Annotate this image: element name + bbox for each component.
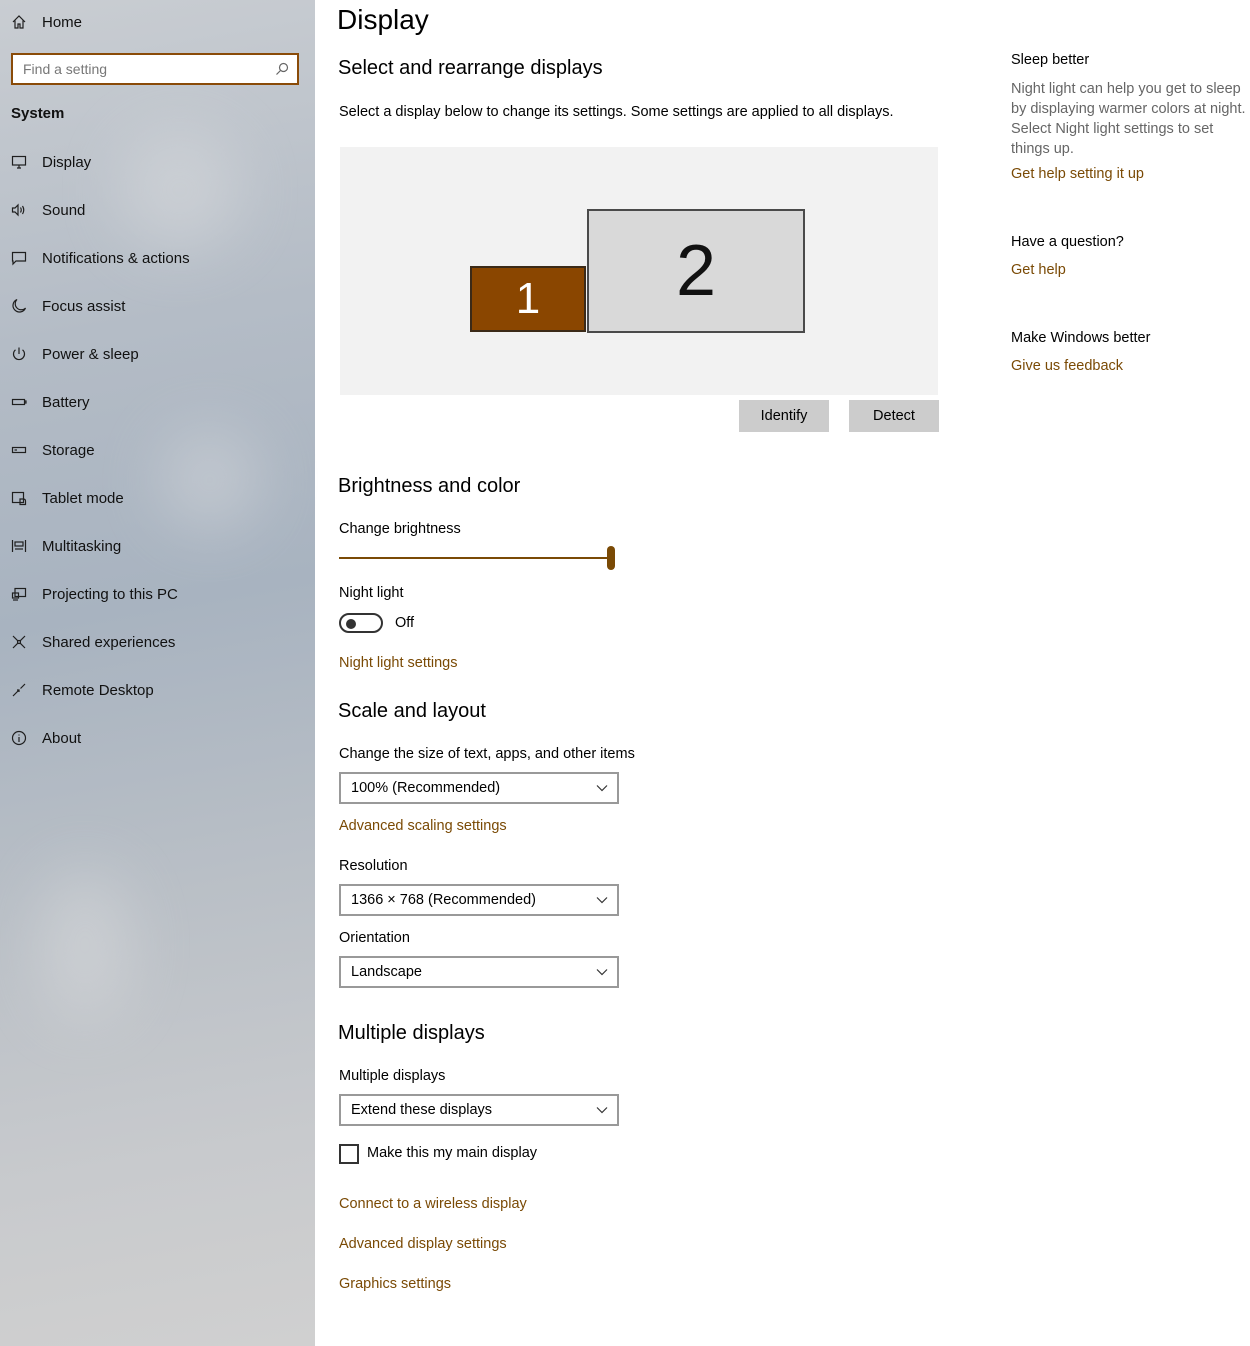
resolution-dropdown[interactable]: 1366 × 768 (Recommended) [339, 884, 619, 916]
speaker-icon [0, 202, 42, 218]
question-heading: Have a question? [1011, 234, 1124, 250]
orientation-dropdown[interactable]: Landscape [339, 956, 619, 988]
remote-desktop-icon [0, 682, 42, 698]
sidebar-item-battery[interactable]: Battery [0, 378, 315, 426]
orientation-dropdown-value: Landscape [351, 964, 422, 980]
chevron-down-icon [596, 1107, 608, 1114]
detect-button[interactable]: Detect [849, 400, 939, 432]
main-display-checkbox[interactable] [339, 1144, 359, 1164]
tablet-icon [0, 490, 42, 506]
search-box[interactable] [11, 53, 299, 85]
night-light-settings-link[interactable]: Night light settings [339, 655, 457, 671]
display-1-label: 1 [515, 274, 541, 323]
home-link[interactable]: Home [0, 6, 315, 38]
sidebar-item-notifications[interactable]: Notifications & actions [0, 234, 315, 282]
sidebar: Home System Display Sound Notifications … [0, 0, 315, 1346]
sidebar-item-label: Multitasking [42, 537, 122, 555]
chevron-down-icon [596, 897, 608, 904]
brightness-slider-thumb[interactable] [607, 546, 615, 570]
night-light-label: Night light [339, 585, 404, 601]
give-feedback-link[interactable]: Give us feedback [1011, 358, 1123, 374]
sidebar-item-label: About [42, 729, 82, 747]
sleep-better-heading: Sleep better [1011, 52, 1090, 68]
sidebar-item-label: Sound [42, 201, 86, 219]
chevron-down-icon [596, 969, 608, 976]
resolution-label: Resolution [339, 858, 408, 874]
night-light-state: Off [395, 615, 415, 631]
sidebar-item-label: Power & sleep [42, 345, 139, 363]
arrange-description: Select a display below to change its set… [339, 104, 894, 120]
get-help-link[interactable]: Get help [1011, 262, 1066, 278]
orientation-label: Orientation [339, 930, 410, 946]
sidebar-item-about[interactable]: About [0, 714, 315, 762]
size-dropdown-value: 100% (Recommended) [351, 780, 501, 796]
chevron-down-icon [596, 785, 608, 792]
display-arrangement-area[interactable]: 1 2 [340, 147, 938, 395]
scale-heading: Scale and layout [338, 700, 486, 722]
resolution-dropdown-value: 1366 × 768 (Recommended) [351, 892, 536, 908]
main-display-label: Make this my main display [367, 1145, 538, 1161]
display-2-label: 2 [675, 231, 717, 311]
size-label: Change the size of text, apps, and other… [339, 746, 635, 762]
brightness-heading: Brightness and color [338, 475, 521, 497]
night-light-toggle[interactable] [339, 613, 383, 633]
sidebar-item-label: Storage [42, 441, 95, 459]
sidebar-item-power-sleep[interactable]: Power & sleep [0, 330, 315, 378]
sidebar-item-label: Tablet mode [42, 489, 124, 507]
sidebar-item-focus-assist[interactable]: Focus assist [0, 282, 315, 330]
sidebar-item-label: Focus assist [42, 297, 126, 315]
wireless-display-link[interactable]: Connect to a wireless display [339, 1196, 527, 1212]
sidebar-item-remote-desktop[interactable]: Remote Desktop [0, 666, 315, 714]
notification-icon [0, 250, 42, 266]
graphics-settings-link[interactable]: Graphics settings [339, 1276, 451, 1292]
sidebar-nav: Display Sound Notifications & actions Fo… [0, 138, 315, 762]
home-icon [0, 14, 42, 30]
make-windows-better-heading: Make Windows better [1011, 330, 1151, 346]
multiple-displays-label: Multiple displays [339, 1068, 446, 1084]
page-title: Display [337, 4, 429, 35]
display-2-tile[interactable]: 2 [587, 209, 805, 333]
sidebar-item-label: Notifications & actions [42, 249, 190, 267]
battery-icon [0, 394, 42, 410]
advanced-scaling-link[interactable]: Advanced scaling settings [339, 818, 507, 834]
sidebar-item-label: Remote Desktop [42, 681, 154, 699]
shared-icon [0, 634, 42, 650]
sidebar-item-label: Projecting to this PC [42, 585, 178, 603]
main-content: Display Select and rearrange displays Se… [315, 0, 995, 1346]
sidebar-item-label: Battery [42, 393, 90, 411]
moon-icon [0, 298, 42, 314]
sidebar-item-tablet-mode[interactable]: Tablet mode [0, 474, 315, 522]
power-icon [0, 346, 42, 362]
search-input[interactable] [13, 61, 263, 77]
system-section-label: System [11, 105, 65, 122]
sidebar-item-display[interactable]: Display [0, 138, 315, 186]
multiple-displays-heading: Multiple displays [338, 1022, 485, 1044]
multiple-displays-dropdown-value: Extend these displays [351, 1102, 493, 1118]
brightness-slider-track[interactable] [339, 557, 615, 559]
home-label: Home [42, 13, 83, 31]
sidebar-item-multitasking[interactable]: Multitasking [0, 522, 315, 570]
identify-button[interactable]: Identify [739, 400, 829, 432]
sleep-better-text: Night light can help you get to sleep by… [1011, 81, 1246, 157]
sidebar-item-shared-experiences[interactable]: Shared experiences [0, 618, 315, 666]
brightness-label: Change brightness [339, 521, 461, 537]
monitor-icon [0, 154, 42, 170]
sidebar-item-projecting[interactable]: Projecting to this PC [0, 570, 315, 618]
toggle-knob [346, 619, 356, 629]
projecting-icon [0, 586, 42, 602]
sidebar-item-sound[interactable]: Sound [0, 186, 315, 234]
sidebar-item-label: Shared experiences [42, 633, 176, 651]
advanced-display-settings-link[interactable]: Advanced display settings [339, 1236, 507, 1252]
sidebar-item-label: Display [42, 153, 92, 171]
search-icon[interactable] [275, 62, 289, 76]
multiple-displays-dropdown[interactable]: Extend these displays [339, 1094, 619, 1126]
arrange-heading: Select and rearrange displays [338, 57, 603, 79]
size-dropdown[interactable]: 100% (Recommended) [339, 772, 619, 804]
multitasking-icon [0, 538, 42, 554]
sidebar-item-storage[interactable]: Storage [0, 426, 315, 474]
storage-icon [0, 442, 42, 458]
display-1-tile[interactable]: 1 [470, 266, 586, 332]
info-icon [0, 730, 42, 746]
help-setting-up-link[interactable]: Get help setting it up [1011, 166, 1144, 182]
